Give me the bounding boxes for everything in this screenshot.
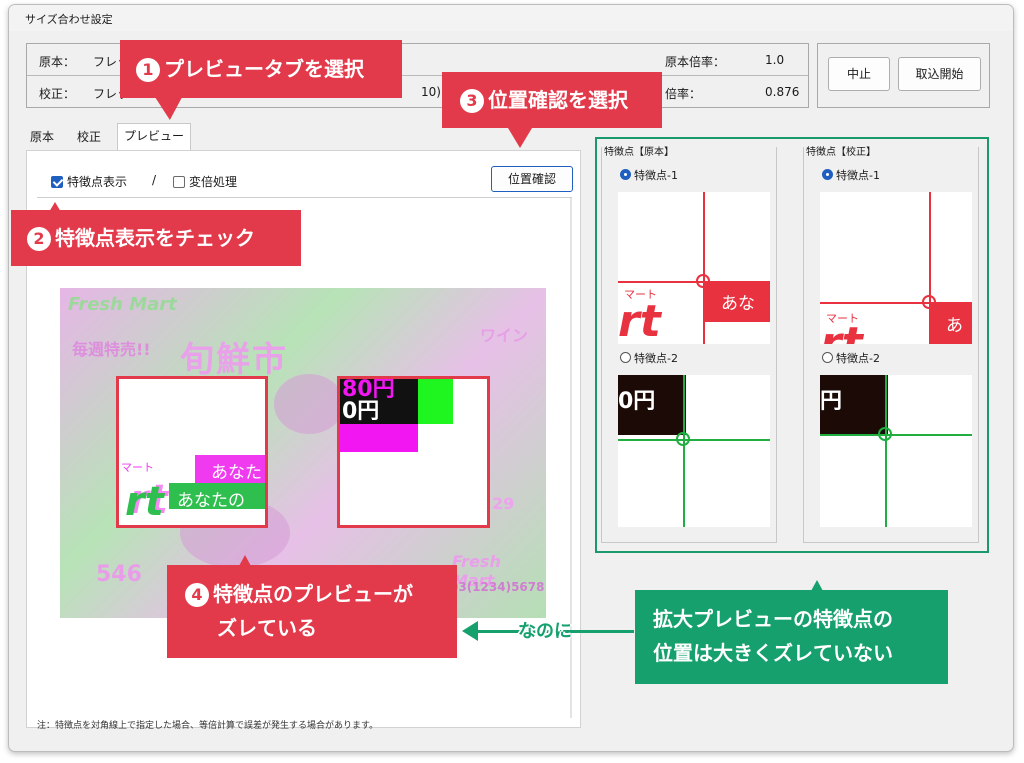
arrow-label: なのに (518, 621, 572, 642)
original-ratio-label: 原本倍率： (665, 55, 726, 69)
checkbox-unchecked-icon (173, 176, 185, 188)
flyer-price-text: 546 (96, 562, 142, 587)
show-feature-points-checkbox[interactable]: 特徴点表示 (51, 173, 127, 190)
flyer-date-text: 29 (492, 494, 515, 513)
start-import-button[interactable]: 取込開始 (898, 57, 981, 91)
original-point2-label: 特徴点-2 (634, 352, 678, 365)
rt-text: rt (820, 318, 863, 344)
arrow-left-icon (462, 621, 478, 641)
callout-step4-line2: ズレている (217, 616, 317, 640)
mag1-pink-text: あなた (211, 463, 262, 483)
proof-label: 校正： (39, 87, 76, 101)
proof-ratio-label: 倍率： (665, 87, 702, 101)
callout-step2-text: 特徴点表示をチェック (55, 226, 255, 250)
title-bar: サイズ合わせ設定 (9, 5, 1013, 31)
flyer-sale-text: 毎週特売!! (72, 340, 151, 359)
callout-note: 拡大プレビューの特徴点の 位置は大きくズレていない (635, 580, 948, 684)
flyer-logo: Fresh Mart (68, 294, 177, 315)
feature-group-proof: 特徴点【校正】 特徴点-1 あ マート rt 特徴点-2 円 (803, 143, 979, 543)
mag1-mart-text: マート (121, 461, 154, 474)
feature-proof-title: 特徴点【校正】 (806, 143, 878, 158)
callout-note-line2: 位置は大きくズレていない (653, 641, 893, 665)
red-banner-text: あな (721, 294, 755, 314)
tab-original[interactable]: 原本 (21, 126, 63, 150)
feature-group-original: 特徴点【原本】 特徴点-1 あな マート rt 特徴点-2 0円 (601, 143, 777, 543)
original-label: 原本： (39, 55, 76, 69)
proof-ratio-value: 0.876 (765, 85, 800, 99)
divider (37, 197, 572, 198)
feature-point-marker (676, 432, 690, 446)
feature-point-marker (878, 427, 892, 441)
yen-text: 0円 (618, 389, 656, 414)
scale-processing-label: 変倍処理 (189, 175, 238, 189)
step-number-badge: 1 (136, 58, 160, 82)
callout-step1: 1 プレビュータブを選択 (120, 40, 402, 98)
show-feature-points-label: 特徴点表示 (67, 175, 128, 189)
mag2-yen: 0円 (342, 399, 380, 424)
callout-step3: 3 位置確認を選択 (442, 72, 662, 148)
mag1-green-banner: あなたの (169, 483, 265, 511)
produce-image (274, 374, 344, 434)
radio-selected-icon (822, 169, 833, 180)
proof-point1-label: 特徴点-1 (836, 169, 880, 182)
rt-text: rt (618, 296, 661, 344)
crosshair-horizontal (618, 439, 770, 441)
flyer-headline: 旬鮮市 (180, 340, 288, 380)
proof-point2-zoom: 円 (820, 375, 972, 527)
step-number-badge: 4 (185, 583, 209, 607)
proof-point1-zoom: あ マート rt (820, 192, 972, 344)
feature-point-2-preview: 80円 0円 (337, 376, 490, 528)
yen-text: 円 (820, 389, 843, 414)
original-point1-label: 特徴点-1 (634, 169, 678, 182)
tab-proof[interactable]: 校正 (67, 126, 111, 150)
position-check-button[interactable]: 位置確認 (491, 166, 573, 192)
radio-unselected-icon (822, 352, 833, 363)
mag1-rt-text: rt (125, 479, 164, 525)
feature-original-title: 特徴点【原本】 (604, 143, 676, 158)
crosshair-vertical (683, 375, 685, 527)
radio-selected-icon (620, 169, 631, 180)
feature-point-1-preview: マート あなた rt rt あなたの (116, 376, 268, 528)
window-title: サイズ合わせ設定 (25, 13, 113, 26)
footnote: 注：特徴点を対角線上で指定した場合、等倍計算で誤差が発生する場合があります。 (37, 721, 379, 731)
crosshair-horizontal (820, 434, 972, 436)
callout-step2: 2 特徴点表示をチェック (11, 202, 301, 266)
step-number-badge: 3 (460, 89, 484, 113)
callout-step1-text: プレビュータブを選択 (164, 57, 364, 81)
stop-button[interactable]: 中止 (828, 57, 890, 91)
step-number-badge: 2 (27, 227, 51, 251)
red-banner: あ (930, 304, 972, 344)
checkbox-checked-icon (51, 176, 63, 188)
crosshair-vertical (885, 375, 887, 527)
scale-processing-checkbox[interactable]: 変倍処理 (173, 173, 237, 190)
callout-step4: 4 特徴点のプレビューが ズレている (167, 555, 457, 658)
proof-point2-label: 特徴点-2 (836, 352, 880, 365)
feature-point-zoom-panel: 特徴点【原本】 特徴点-1 あな マート rt 特徴点-2 0円 特徴点【校正】… (595, 137, 989, 553)
radio-unselected-icon (620, 352, 631, 363)
callout-step3-text: 位置確認を選択 (488, 88, 628, 112)
callout-step4-line1: 特徴点のプレビューが (213, 582, 413, 606)
comparison-arrow: なのに (462, 619, 634, 643)
callout-note-line1: 拡大プレビューの特徴点の (653, 607, 893, 631)
proof-point1-radio[interactable]: 特徴点-1 (822, 167, 880, 183)
original-point1-radio[interactable]: 特徴点-1 (620, 167, 678, 183)
original-point2-radio[interactable]: 特徴点-2 (620, 350, 678, 366)
red-banner-text: あ (946, 316, 963, 336)
original-point1-zoom: あな マート rt (618, 192, 770, 344)
mag1-pink-banner: あなた (195, 455, 265, 483)
proof-point2-radio[interactable]: 特徴点-2 (822, 350, 880, 366)
red-banner: あな (705, 282, 770, 322)
mag1-green-text: あなたの (177, 491, 245, 511)
original-point2-zoom: 0円 (618, 375, 770, 527)
flyer-phone: 03(1234)5678 (450, 580, 545, 594)
option-separator: / (152, 173, 157, 187)
flyer-wine-text: ワイン (480, 326, 529, 345)
mag2-magenta-block (340, 424, 418, 452)
original-ratio-value: 1.0 (765, 53, 785, 67)
action-button-box: 中止 取込開始 (817, 43, 990, 108)
